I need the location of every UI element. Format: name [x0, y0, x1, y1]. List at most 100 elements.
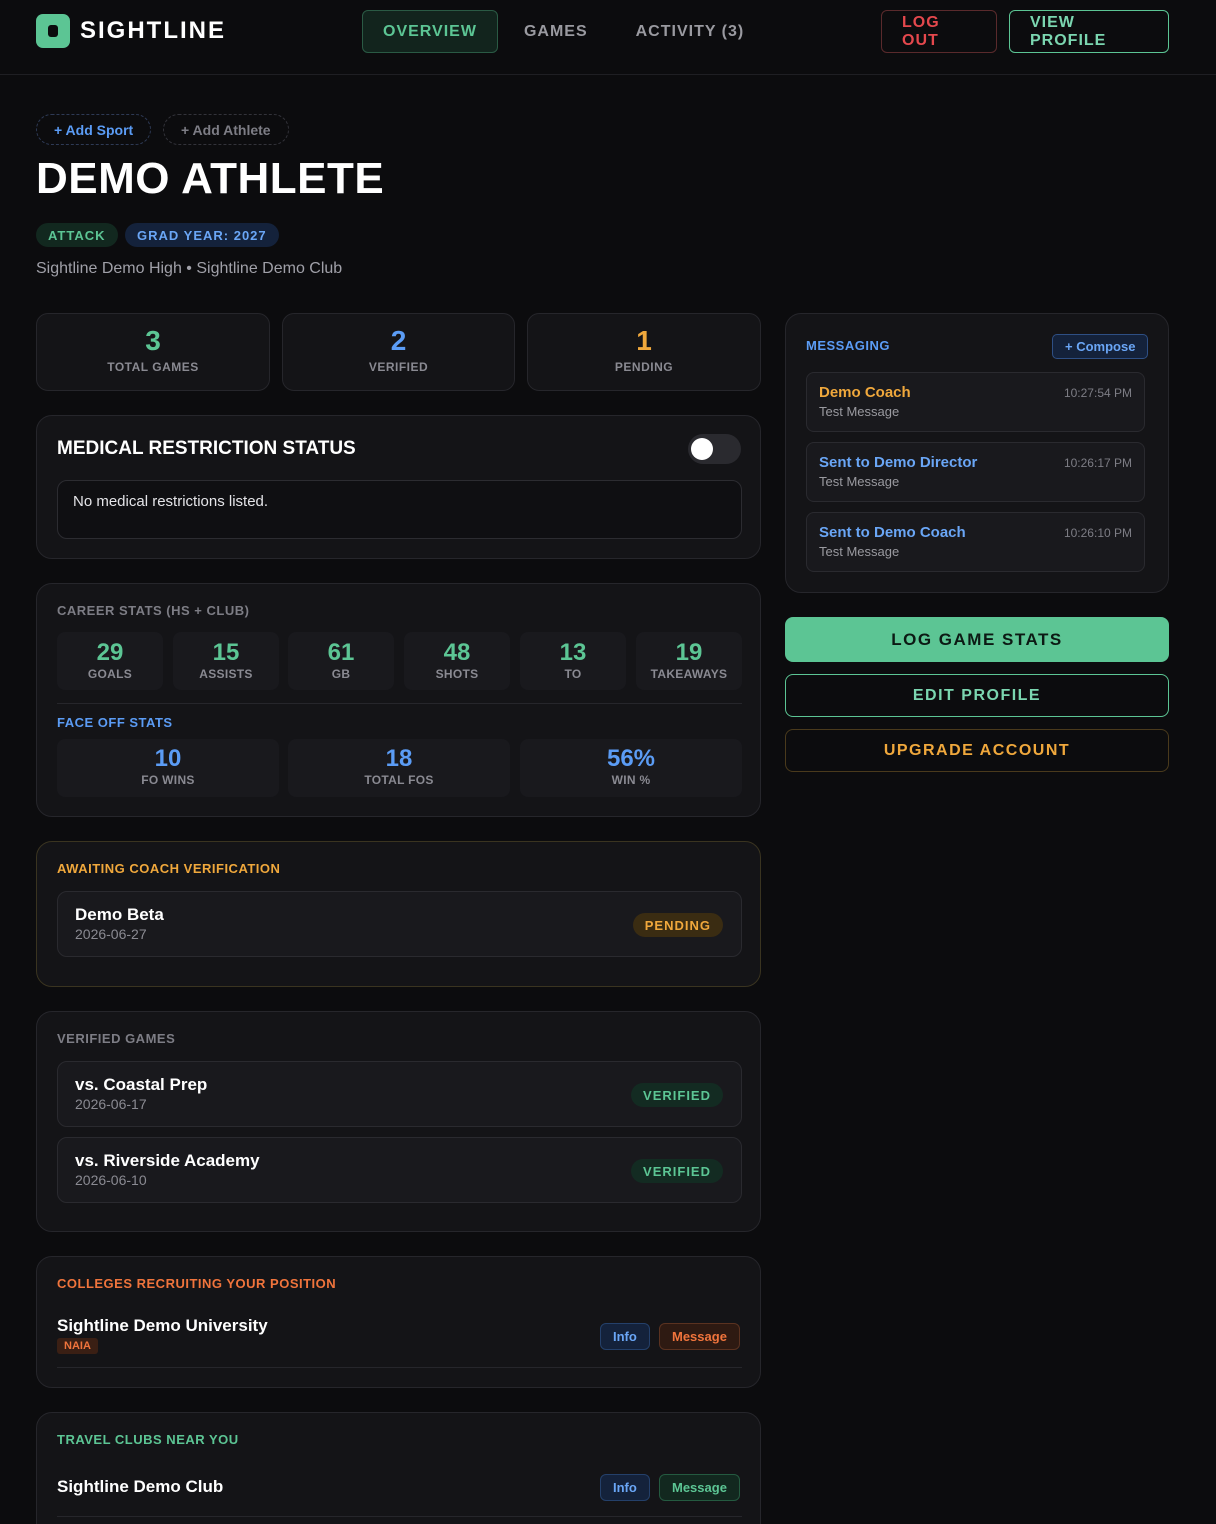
- stat-win-percent: 56% WIN %: [520, 739, 742, 797]
- position-badge: ATTACK: [36, 223, 118, 247]
- stat-goals: 29 GOALS: [57, 632, 163, 690]
- travel-clubs-panel: TRAVEL CLUBS NEAR YOU Sightline Demo Clu…: [36, 1412, 761, 1524]
- awaiting-label: AWAITING COACH VERIFICATION: [57, 861, 281, 876]
- game-date: 2026-06-27: [75, 926, 147, 942]
- verified-games-panel: VERIFIED GAMES vs. Coastal Prep 2026-06-…: [36, 1011, 761, 1232]
- stat-value: 15: [212, 639, 240, 666]
- stat-label: SHOTS: [435, 667, 479, 681]
- stat-label: GOALS: [87, 667, 133, 681]
- page-title: DEMO ATHLETE: [36, 154, 385, 203]
- message-preview: Test Message: [819, 544, 900, 559]
- status-badge: VERIFIED: [631, 1159, 723, 1183]
- stat-label: WIN %: [611, 773, 651, 787]
- view-profile-button[interactable]: VIEW PROFILE: [1009, 10, 1169, 53]
- game-row[interactable]: vs. Riverside Academy 2026-06-10 VERIFIE…: [57, 1137, 742, 1203]
- career-stats-label: CAREER STATS (HS + CLUB): [57, 603, 250, 618]
- message-preview: Test Message: [819, 474, 900, 489]
- brand[interactable]: SIGHTLINE: [36, 14, 226, 48]
- face-off-label: FACE OFF STATS: [57, 715, 173, 730]
- verified-label: VERIFIED: [368, 360, 429, 374]
- add-sport-button[interactable]: + Add Sport: [36, 114, 152, 145]
- game-name: vs. Riverside Academy: [75, 1151, 260, 1170]
- club-message-button[interactable]: Message: [659, 1474, 740, 1501]
- game-date: 2026-06-10: [75, 1172, 147, 1188]
- message-sender: Demo Coach: [819, 384, 911, 401]
- top-nav-bar: SIGHTLINE OVERVIEW GAMES ACTIVITY (3) LO…: [0, 0, 1216, 75]
- stat-value: 10: [154, 745, 182, 772]
- total-games-value: 3: [145, 325, 161, 356]
- main-tabs: OVERVIEW GAMES ACTIVITY (3): [362, 10, 765, 53]
- colleges-recruiting-panel: COLLEGES RECRUITING YOUR POSITION Sightl…: [36, 1256, 761, 1388]
- stat-takeaways: 19 TAKEAWAYS: [636, 632, 742, 690]
- message-item[interactable]: Demo Coach Test Message 10:27:54 PM: [806, 372, 1145, 432]
- status-badge: PENDING: [632, 913, 723, 937]
- message-time: 10:27:54 PM: [1063, 386, 1132, 400]
- log-out-button[interactable]: LOG OUT: [881, 10, 997, 53]
- stat-label: ASSISTS: [199, 667, 253, 681]
- game-row[interactable]: Demo Beta 2026-06-27 PENDING: [57, 891, 742, 957]
- edit-profile-button[interactable]: EDIT PROFILE: [785, 674, 1169, 717]
- college-message-button[interactable]: Message: [659, 1323, 740, 1350]
- status-badge: VERIFIED: [631, 1083, 723, 1107]
- row-divider: [57, 1516, 742, 1517]
- stat-value: 19: [675, 639, 703, 666]
- medical-restriction-toggle[interactable]: [688, 434, 741, 464]
- stat-assists: 15 ASSISTS: [173, 632, 279, 690]
- game-date: 2026-06-17: [75, 1096, 147, 1112]
- stat-label: TO: [564, 667, 582, 681]
- brand-name: SIGHTLINE: [80, 17, 227, 44]
- game-name: Demo Beta: [75, 905, 164, 924]
- message-item[interactable]: Sent to Demo Director Test Message 10:26…: [806, 442, 1145, 502]
- club-name: Sightline Demo Club: [57, 1477, 224, 1496]
- club-info-button[interactable]: Info: [600, 1474, 650, 1501]
- verified-games-label: VERIFIED GAMES: [57, 1031, 176, 1046]
- stat-total-fos: 18 TOTAL FOS: [288, 739, 510, 797]
- medical-restrictions-text: No medical restrictions listed.: [57, 480, 742, 539]
- clubs-label: TRAVEL CLUBS NEAR YOU: [57, 1432, 239, 1447]
- stat-value: 61: [327, 639, 355, 666]
- compose-button[interactable]: + Compose: [1052, 334, 1149, 359]
- pending-value: 1: [636, 325, 652, 356]
- stat-value: 48: [443, 639, 471, 666]
- pending-card: 1 PENDING: [527, 313, 761, 391]
- message-item[interactable]: Sent to Demo Coach Test Message 10:26:10…: [806, 512, 1145, 572]
- message-preview: Test Message: [819, 404, 900, 419]
- message-sender: Sent to Demo Coach: [819, 524, 966, 541]
- upgrade-account-button[interactable]: UPGRADE ACCOUNT: [785, 729, 1169, 772]
- college-name: Sightline Demo University: [57, 1316, 268, 1335]
- verified-card: 2 VERIFIED: [282, 313, 515, 391]
- pending-label: PENDING: [614, 360, 674, 374]
- school-affiliations: Sightline Demo High • Sightline Demo Clu…: [36, 260, 343, 277]
- tab-activity[interactable]: ACTIVITY (3): [615, 10, 766, 53]
- add-athlete-button[interactable]: + Add Athlete: [163, 114, 289, 145]
- stat-shots: 48 SHOTS: [404, 632, 510, 690]
- message-time: 10:26:17 PM: [1063, 456, 1132, 470]
- medical-restriction-panel: MEDICAL RESTRICTION STATUS No medical re…: [36, 415, 761, 559]
- verified-value: 2: [390, 325, 407, 356]
- stat-label: TOTAL FOS: [364, 773, 434, 787]
- messaging-label: MESSAGING: [806, 338, 890, 353]
- stat-value: 18: [385, 745, 413, 772]
- total-games-label: TOTAL GAMES: [107, 360, 199, 374]
- stat-label: FO WINS: [141, 773, 195, 787]
- tab-games[interactable]: GAMES: [503, 10, 609, 53]
- messaging-panel: MESSAGING + Compose Demo Coach Test Mess…: [785, 313, 1169, 593]
- career-stats-panel: CAREER STATS (HS + CLUB) 29 GOALS 15 ASS…: [36, 583, 761, 817]
- brand-logo-icon: [36, 14, 70, 48]
- game-name: vs. Coastal Prep: [75, 1075, 208, 1094]
- division-tag: NAIA: [57, 1338, 98, 1354]
- message-sender: Sent to Demo Director: [819, 454, 978, 471]
- stat-label: GB: [331, 667, 351, 681]
- colleges-label: COLLEGES RECRUITING YOUR POSITION: [57, 1276, 337, 1291]
- tab-overview[interactable]: OVERVIEW: [362, 10, 498, 53]
- stat-fo-wins: 10 FO WINS: [57, 739, 279, 797]
- log-game-stats-button[interactable]: LOG GAME STATS: [785, 617, 1169, 662]
- awaiting-verification-panel: AWAITING COACH VERIFICATION Demo Beta 20…: [36, 841, 761, 987]
- toggle-knob: [691, 438, 713, 460]
- game-row[interactable]: vs. Coastal Prep 2026-06-17 VERIFIED: [57, 1061, 742, 1127]
- college-info-button[interactable]: Info: [600, 1323, 650, 1350]
- medical-title: MEDICAL RESTRICTION STATUS: [57, 438, 356, 459]
- stat-label: TAKEAWAYS: [650, 667, 728, 681]
- stat-value: 29: [96, 639, 124, 666]
- row-divider: [57, 1367, 742, 1368]
